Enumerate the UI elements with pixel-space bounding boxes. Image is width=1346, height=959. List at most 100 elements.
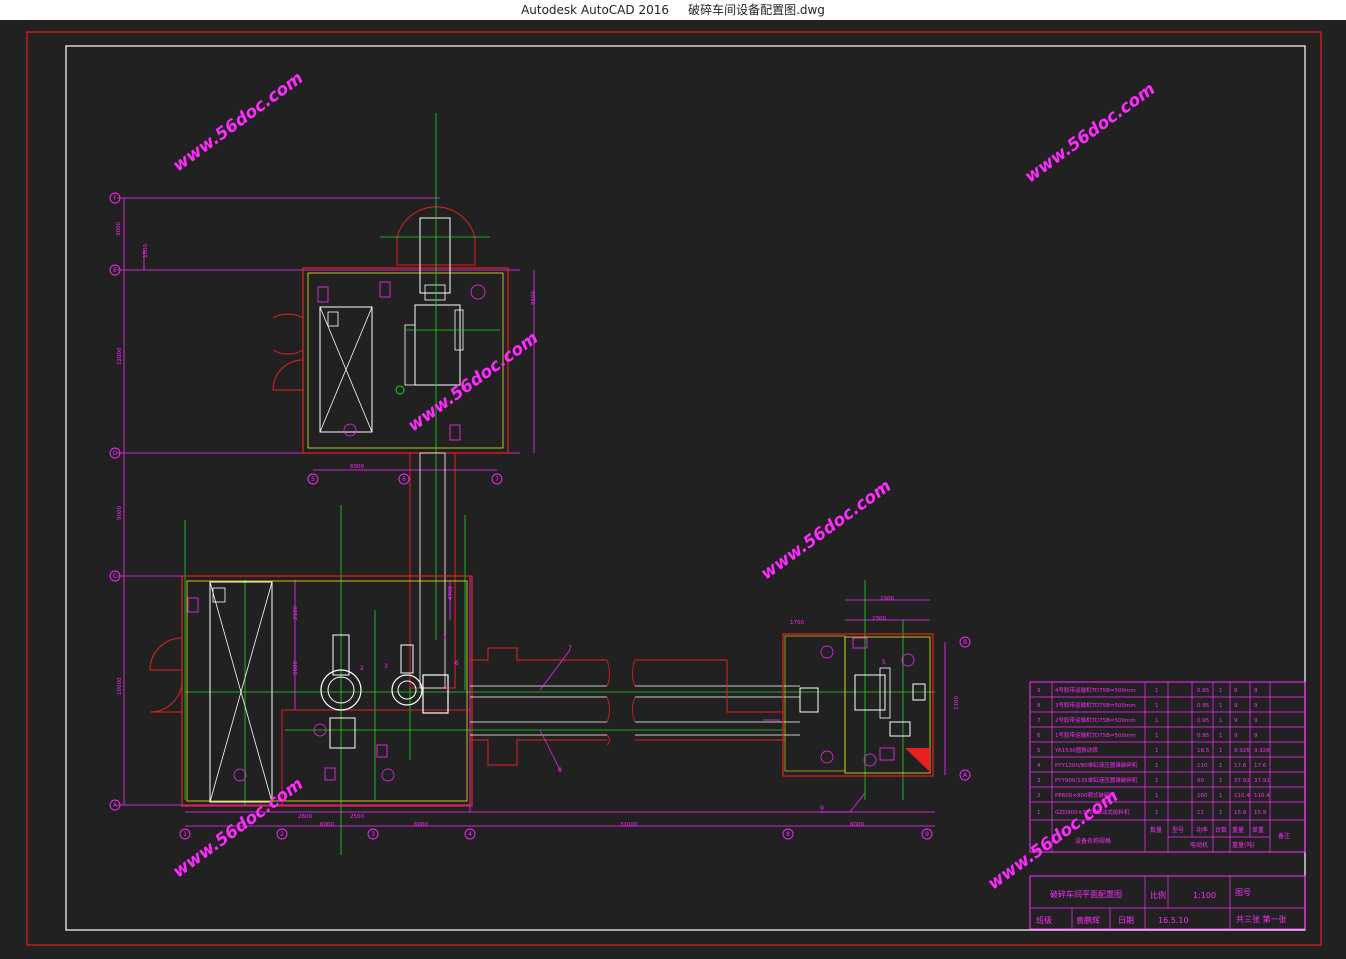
dim-3000: 3000 (116, 222, 122, 236)
axis-label-6: 6 (402, 476, 406, 483)
dim-4700: 4700 (448, 586, 454, 600)
scale-label: 比例 (1150, 890, 1166, 900)
axis-label-F: F (113, 195, 117, 202)
callout-7: 7 (568, 645, 572, 652)
parts-row-name: PYY900/135单缸液压圆锥破碎机 (1055, 776, 1138, 784)
drawing-canvas[interactable]: F E D C A 5 6 7 1 2 3 4 8 9 B A 6000 600… (0, 20, 1346, 955)
parts-row-p: 0.95 (1197, 733, 1210, 739)
header-total: 重量(吨) (1232, 841, 1255, 849)
parts-row-t: 110.4 (1254, 793, 1270, 799)
parts-row-t: 37.92 (1254, 778, 1270, 784)
parts-row-no: 1 (1037, 810, 1041, 816)
parts-row-t: 9 (1254, 688, 1258, 694)
parts-row-no: 4 (1037, 763, 1041, 769)
parts-row-w: 9.926 (1234, 748, 1250, 754)
parts-row-w: 17.6 (1234, 763, 1247, 769)
watermark-5: www.56doc.com (169, 774, 307, 882)
designer-label: 班级 (1036, 915, 1052, 925)
parts-row-w: 9 (1234, 688, 1238, 694)
parts-row-c: 1 (1219, 810, 1223, 816)
parts-row-name: 1号胶带运输机TD75B=500mm (1055, 731, 1136, 739)
date-label: 日期 (1118, 916, 1134, 925)
callout-5: 5 (882, 659, 886, 666)
dim-5800: 5800 (293, 661, 299, 675)
parts-row-no: 5 (1037, 748, 1041, 754)
parts-row-name: 4号胶带运输机TD75B=500mm (1055, 686, 1136, 694)
header-unit-weight: 单重 (1252, 826, 1264, 834)
axis-label-4: 4 (468, 831, 472, 838)
dim-9000: 9000 (117, 506, 123, 520)
scale-value: 1:100 (1193, 891, 1216, 900)
horizontal-conveyors (470, 636, 800, 766)
dim-1700: 1700 (790, 620, 804, 626)
watermark-3: www.56doc.com (404, 328, 542, 436)
parts-row-w: 9 (1234, 718, 1238, 724)
parts-row-no: 9 (1037, 688, 1041, 694)
axis-label-1: 1 (183, 831, 187, 838)
parts-row-t: 9.926 (1254, 748, 1270, 754)
callout-3: 3 (384, 663, 388, 670)
axis-label-A2: A (963, 772, 968, 779)
cad-drawing: F E D C A 5 6 7 1 2 3 4 8 9 B A 6000 600… (26, 31, 1322, 946)
header-qty: 数量 (1150, 826, 1162, 834)
parts-row-qty: 1 (1155, 763, 1159, 769)
parts-row-w: 9 (1234, 703, 1238, 709)
dim-6000-right: 6000 (850, 822, 864, 828)
parts-row-qty: 1 (1155, 733, 1159, 739)
parts-row-name: PYY1200/80单缸液压圆锥破碎机 (1055, 761, 1138, 769)
parts-row-t: 9 (1254, 718, 1258, 724)
axis-label-7: 7 (495, 476, 499, 483)
app-name: Autodesk AutoCAD 2016 (521, 3, 669, 17)
callout-1: 1 (443, 635, 447, 642)
axis-label-2: 2 (280, 831, 284, 838)
dim-12000: 12000 (117, 347, 123, 365)
drawing-no-label: 图号 (1235, 888, 1251, 897)
dim-31000: 31000 (620, 822, 638, 828)
dim-2300-a: 2300 (880, 596, 894, 602)
parts-row-p: 0.95 (1197, 703, 1210, 709)
parts-row-p: 0.95 (1197, 688, 1210, 694)
header-count: 台数 (1215, 826, 1227, 834)
parts-row-p: 160 (1197, 793, 1208, 799)
drawing-title: 破碎车间平面配置图 (1050, 889, 1122, 899)
parts-row-qty: 1 (1155, 718, 1159, 724)
parts-row-c: 1 (1219, 733, 1223, 739)
dim-6000-top: 6000 (350, 464, 364, 470)
parts-row-c: 1 (1219, 793, 1223, 799)
header-name: 设备名称规格 (1075, 837, 1111, 845)
dim-2500: 2500 (350, 814, 364, 820)
sheet-info: 共三张 第一张 (1236, 914, 1287, 924)
date-value: 16.5.10 (1158, 916, 1189, 925)
parts-row-c: 1 (1219, 703, 1223, 709)
window-title-bar: Autodesk AutoCAD 2016 破碎车间设备配置图.dwg (0, 0, 1346, 20)
callout-4: 4 (445, 685, 449, 692)
axis-label-C: C (113, 573, 117, 580)
callout-9: 9 (820, 805, 824, 812)
callout-6: 6 (455, 660, 459, 667)
parts-row-t: 9 (1254, 733, 1258, 739)
parts-row-c: 1 (1219, 748, 1223, 754)
right-building (782, 633, 934, 777)
callout-leaders (539, 649, 866, 813)
header-model: 型号 (1172, 826, 1184, 834)
header-weight: 重量 (1232, 826, 1244, 834)
centerlines (184, 113, 935, 855)
callout-8: 8 (558, 767, 562, 774)
axis-label-5: 5 (311, 476, 315, 483)
watermark-2: www.56doc.com (1021, 79, 1159, 187)
parts-row-c: 1 (1219, 778, 1223, 784)
parts-row-p: 90 (1197, 778, 1204, 784)
title-block: 破碎车间平面配置图 比例 1:100 图号 班级 袁鹏辉 日期 16.5.10 … (1029, 875, 1306, 930)
axis-label-D: D (113, 450, 118, 457)
parts-row-c: 1 (1219, 688, 1223, 694)
vertical-conveyor (409, 452, 456, 689)
parts-row-name: YA1530圆振动筛 (1054, 746, 1098, 754)
axis-label-3: 3 (371, 831, 375, 838)
parts-row-qty: 1 (1155, 703, 1159, 709)
axis-label-A: A (113, 802, 118, 809)
dim-2300-b: 2300 (872, 616, 886, 622)
parts-row-w: 15.9 (1234, 810, 1247, 816)
axis-label-9: 9 (925, 831, 929, 838)
parts-row-no: 3 (1037, 778, 1041, 784)
designer-name: 袁鹏辉 (1076, 915, 1100, 925)
